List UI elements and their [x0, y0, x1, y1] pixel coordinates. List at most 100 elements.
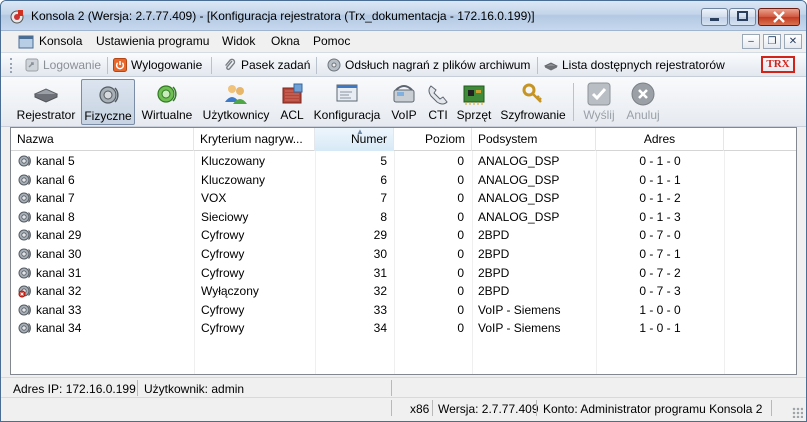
maximize-button[interactable] — [729, 8, 756, 26]
cell-number: 31 — [373, 265, 387, 280]
configuration-icon — [336, 84, 358, 102]
cell-subsystem: ANALOG_DSP — [478, 191, 560, 206]
acl-icon — [282, 83, 303, 104]
encryption-button[interactable]: Szyfrowanie — [497, 79, 569, 125]
channel-icon — [18, 192, 31, 204]
physical-button[interactable]: Fizyczne — [81, 79, 135, 125]
table-row[interactable]: kanal 31 Cyfrowy 31 0 2BPD 0 - 7 - 2 — [11, 264, 796, 283]
cell-subsystem: ANALOG_DSP — [478, 209, 560, 224]
cell-name: kanal 29 — [36, 228, 82, 243]
cell-address: 0 - 7 - 3 — [639, 284, 681, 299]
status-bar-info: x86 Wersja: 2.7.77.409 Konto: Administra… — [1, 397, 806, 421]
acl-label: ACL — [280, 108, 304, 122]
hardware-label: Sprzęt — [456, 108, 492, 122]
status-arch: x86 — [410, 402, 430, 416]
table-row[interactable]: kanal 6 Kluczowany 6 0 ANALOG_DSP 0 - 1 - 1 — [11, 171, 796, 190]
menu-windows[interactable]: Okna — [271, 34, 300, 48]
cell-number: 7 — [380, 191, 387, 206]
recorders-list-button[interactable]: Lista dostępnych rejestratorów — [544, 58, 725, 72]
status-version: Wersja: 2.7.77.409 — [438, 402, 539, 416]
column-header-level[interactable]: Poziom — [394, 128, 472, 151]
cell-name: kanal 7 — [36, 191, 75, 206]
channel-icon — [18, 155, 31, 167]
recorder-button[interactable]: Rejestrator — [13, 79, 79, 125]
table-row[interactable]: kanal 7 VOX 7 0 ANALOG_DSP 0 - 1 - 2 — [11, 189, 796, 208]
voip-button[interactable]: VoIP — [387, 79, 421, 125]
table-row[interactable]: kanal 33 Cyfrowy 33 0 VoIP - Siemens 1 - 0 - … — [11, 301, 796, 320]
channel-icon — [18, 304, 31, 316]
cell-number: 29 — [373, 228, 387, 243]
cancel-button[interactable]: Anuluj — [621, 79, 665, 125]
cell-criterion: Cyfrowy — [201, 247, 245, 261]
logout-button[interactable]: Wylogowanie — [113, 58, 202, 72]
taskbar-button[interactable]: Pasek zadań — [223, 58, 310, 72]
close-button[interactable] — [758, 8, 800, 26]
menu-help[interactable]: Pomoc — [313, 34, 350, 48]
cti-icon — [428, 85, 448, 105]
virtual-label: Wirtualne — [141, 108, 193, 122]
recorders-list-label: Lista dostępnych rejestratorów — [562, 58, 725, 72]
column-header-name[interactable]: Nazwa — [11, 128, 194, 151]
channel-icon — [18, 229, 31, 241]
status-bar-connection: Adres IP: 172.16.0.199 Użytkownik: admin — [1, 377, 806, 397]
table-row[interactable]: kanal 30 Cyfrowy 30 0 2BPD 0 - 7 - 1 — [11, 245, 796, 264]
sort-ascending-icon: ▲ — [356, 127, 364, 136]
menu-program-settings[interactable]: Ustawienia programu — [96, 34, 209, 48]
window-title: Konsola 2 (Wersja: 2.7.77.409) - [Konfig… — [31, 9, 535, 23]
cell-level: 0 — [457, 284, 464, 299]
channel-icon — [18, 322, 31, 334]
mdi-restore-button[interactable]: ❐ — [763, 34, 781, 49]
table-row[interactable]: kanal 5 Kluczowany 5 0 ANALOG_DSP 0 - 1 - 0 — [11, 152, 796, 171]
cti-button[interactable]: CTI — [423, 79, 453, 125]
status-separator — [391, 400, 392, 416]
cell-subsystem: ANALOG_DSP — [478, 172, 560, 187]
channel-list[interactable]: Nazwa Kryterium nagryw... Numer ▲ Poziom… — [10, 127, 797, 375]
table-row[interactable]: kanal 29 Cyfrowy 29 0 2BPD 0 - 7 - 0 — [11, 226, 796, 245]
column-header-address[interactable]: Adres — [596, 128, 724, 151]
channel-icon — [18, 267, 31, 279]
acl-button[interactable]: ACL — [275, 79, 309, 125]
menu-konsola[interactable]: Konsola — [39, 34, 82, 48]
mdi-close-button[interactable]: ✕ — [784, 34, 802, 49]
recorder-label: Rejestrator — [16, 108, 76, 122]
column-header-criterion[interactable]: Kryterium nagryw... — [194, 128, 315, 151]
virtual-button[interactable]: Wirtualne — [137, 79, 197, 125]
column-header-number[interactable]: Numer — [315, 128, 394, 151]
main-toolbar: Logowanie Wylogowanie Pasek zadań Odsłuc… — [1, 52, 806, 77]
table-row[interactable]: kanal 32 Wyłączony 32 0 2BPD 0 - 7 - 3 — [11, 282, 796, 301]
cell-level: 0 — [457, 302, 464, 317]
cell-address: 0 - 1 - 1 — [639, 172, 681, 187]
archive-playback-label: Odsłuch nagrań z plików archiwum — [345, 58, 531, 72]
minimize-button[interactable] — [701, 8, 728, 26]
toolbar-separator — [107, 57, 108, 74]
login-button[interactable]: Logowanie — [25, 58, 101, 72]
configuration-button[interactable]: Konfiguracja — [311, 79, 383, 125]
users-label: Użytkownicy — [202, 108, 270, 122]
menu-view[interactable]: Widok — [222, 34, 255, 48]
cell-name: kanal 34 — [36, 321, 82, 336]
status-user: Użytkownik: admin — [144, 382, 245, 396]
app-icon — [10, 10, 24, 24]
users-button[interactable]: Użytkownicy — [199, 79, 273, 125]
login-label: Logowanie — [43, 58, 102, 72]
cell-number: 8 — [380, 209, 387, 224]
cell-level: 0 — [457, 228, 464, 243]
channel-icon — [18, 174, 31, 186]
resize-grip[interactable] — [792, 407, 803, 418]
cell-level: 0 — [457, 247, 464, 261]
application-window: Konsola 2 (Wersja: 2.7.77.409) - [Konfig… — [0, 0, 807, 422]
disc-icon — [327, 58, 341, 72]
cell-name: kanal 32 — [36, 284, 82, 299]
column-header-subsystem[interactable]: Podsystem — [472, 128, 596, 151]
table-row[interactable]: kanal 8 Sieciowy 8 0 ANALOG_DSP 0 - 1 - 3 — [11, 208, 796, 227]
send-button[interactable]: Wyślij — [579, 79, 619, 125]
login-icon — [25, 58, 39, 72]
hardware-button[interactable]: Sprzęt — [455, 79, 493, 125]
toolbar-separator — [211, 57, 212, 74]
table-row[interactable]: kanal 34 Cyfrowy 34 0 VoIP - Siemens 1 - 0 - … — [11, 319, 796, 338]
toolbar-grip[interactable] — [10, 58, 13, 73]
mdi-minimize-button[interactable]: – — [742, 34, 760, 49]
cell-level: 0 — [457, 209, 464, 224]
taskbar-label: Pasek zadań — [241, 58, 311, 72]
archive-playback-button[interactable]: Odsłuch nagrań z plików archiwum — [327, 58, 530, 72]
